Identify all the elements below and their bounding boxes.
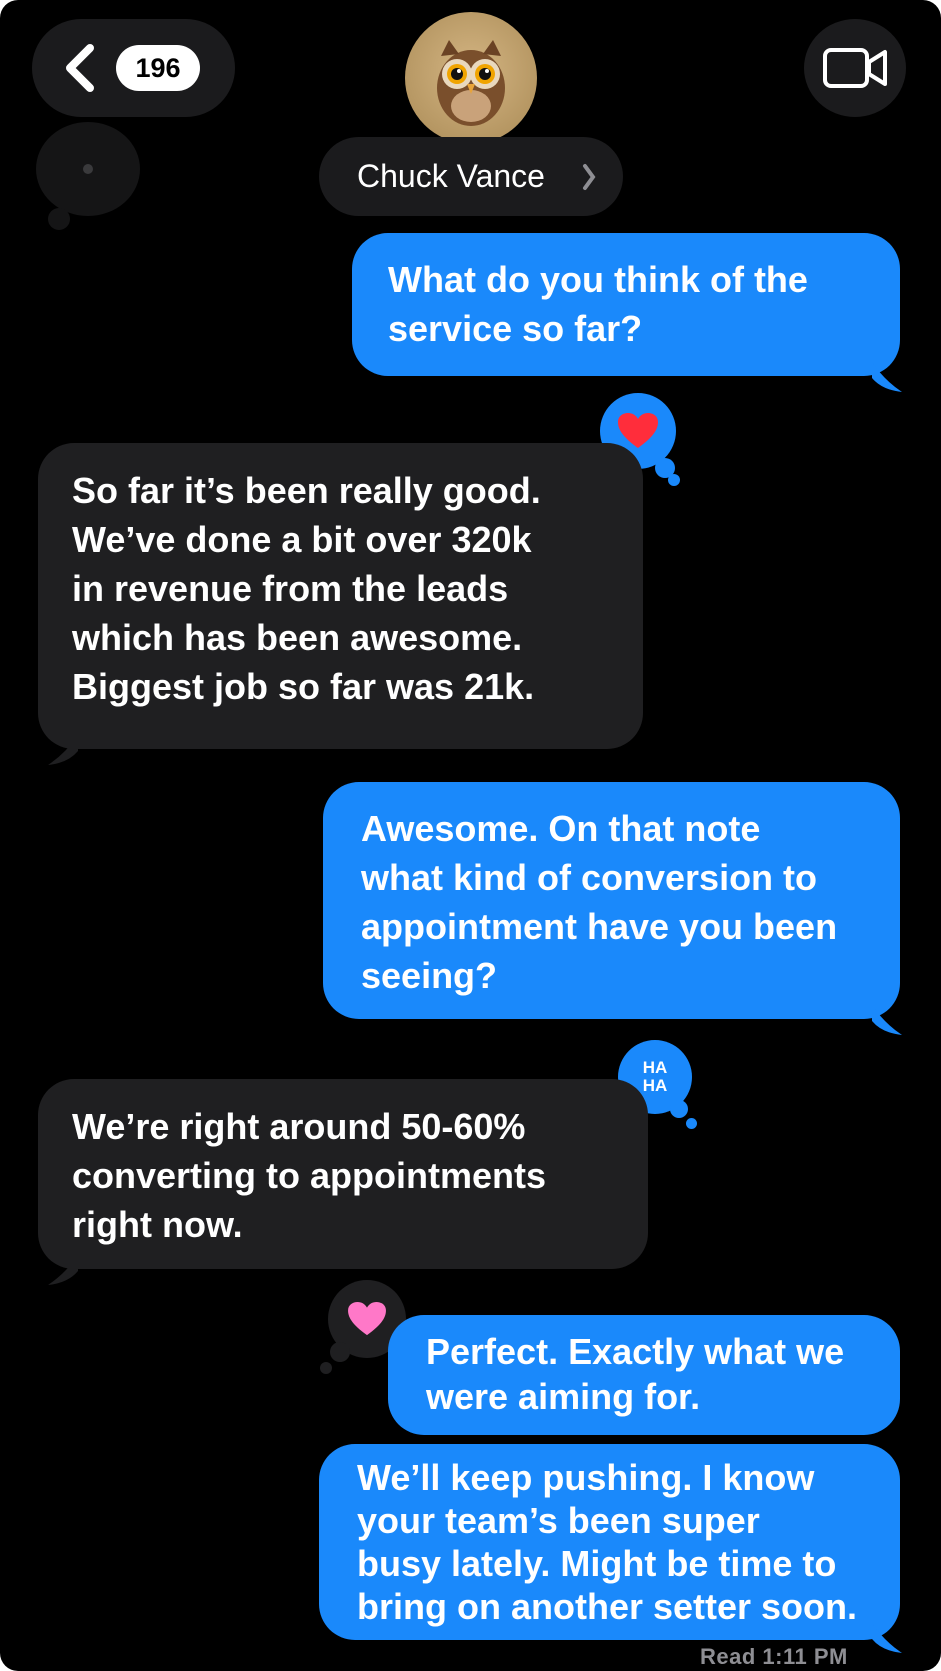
reaction-tail-dot	[686, 1118, 697, 1129]
typing-indicator	[36, 122, 140, 216]
read-receipt: Read 1:11 PM	[700, 1644, 848, 1669]
bubble-tail	[48, 1255, 78, 1285]
haha-text: HA HA	[642, 1058, 668, 1095]
chevron-right-icon	[583, 164, 596, 190]
video-camera-icon	[823, 48, 887, 88]
reaction-tail-dot	[668, 474, 680, 486]
contact-name-button[interactable]: Chuck Vance	[319, 137, 623, 216]
bubble-tail	[872, 1623, 902, 1653]
message-bubble-outgoing[interactable]: Perfect. Exactly what we were aiming for…	[388, 1315, 900, 1435]
message-bubble-incoming[interactable]: We’re right around 50-60% converting to …	[38, 1079, 648, 1269]
bubble-tail	[872, 1005, 902, 1035]
typing-dot	[83, 164, 93, 174]
contact-name: Chuck Vance	[357, 158, 545, 194]
bubble-tail	[872, 362, 902, 392]
message-bubble-outgoing[interactable]: We’ll keep pushing. I know your team’s b…	[319, 1444, 900, 1640]
bubble-tail	[48, 735, 78, 765]
message-bubble-outgoing[interactable]: What do you think of the service so far?	[352, 233, 900, 376]
message-bubble-incoming[interactable]: So far it’s been really good. We’ve done…	[38, 443, 643, 749]
reaction-tail-dot	[320, 1362, 332, 1374]
back-button[interactable]: 196	[32, 19, 235, 117]
typing-indicator-tail	[48, 208, 70, 230]
heart-icon	[618, 413, 658, 448]
message-bubble-outgoing[interactable]: Awesome. On that note what kind of conve…	[323, 782, 900, 1019]
reaction-tail	[670, 1100, 688, 1118]
owl-icon	[437, 40, 505, 126]
reaction-tail	[330, 1342, 350, 1362]
video-call-button[interactable]	[804, 19, 906, 117]
messages-screen: 196 Chuck Vance What do you think of the…	[0, 0, 941, 1671]
contact-avatar[interactable]	[405, 12, 537, 144]
pink-heart-icon	[348, 1301, 386, 1336]
unread-count-badge: 196	[116, 45, 200, 91]
chevron-left-icon	[66, 44, 94, 92]
